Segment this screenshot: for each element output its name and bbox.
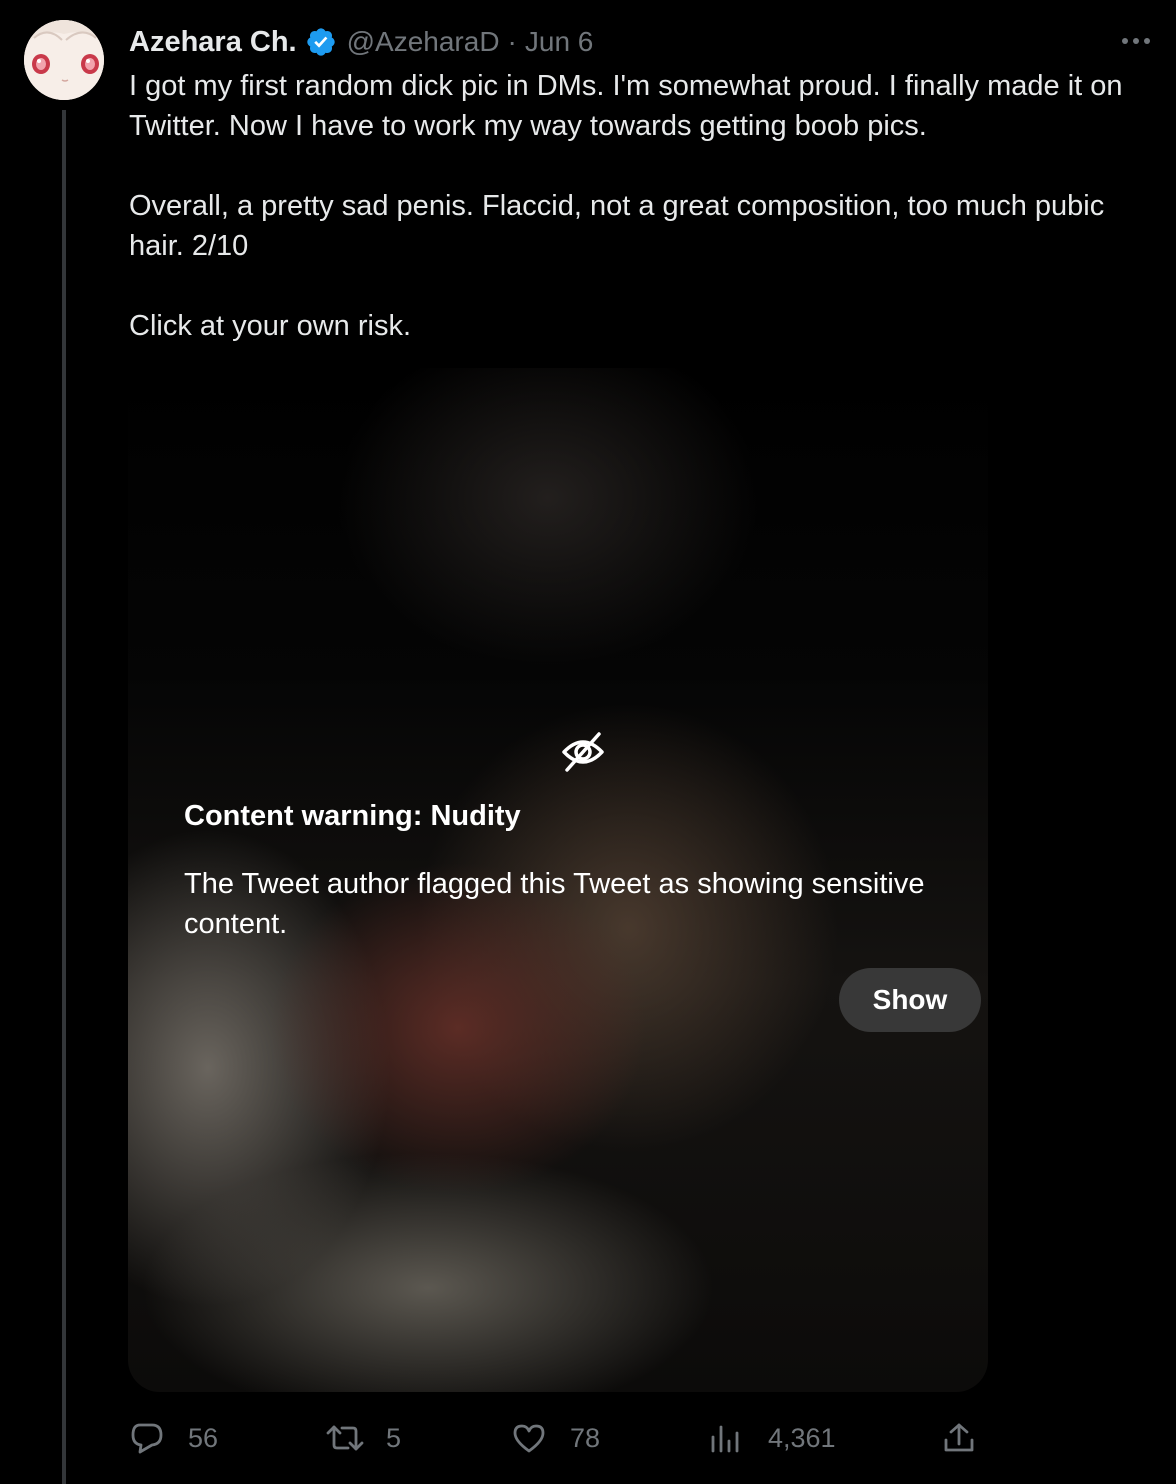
warning-title: Content warning: Nudity [184, 800, 521, 832]
retweet-count: 5 [386, 1422, 402, 1453]
handle[interactable]: @AzeharaD [347, 26, 500, 58]
heart-icon [512, 1423, 546, 1453]
verified-badge-icon[interactable] [305, 26, 337, 58]
reply-count: 56 [188, 1422, 219, 1453]
tweet-paragraph: Click at your own risk. [129, 310, 412, 342]
separator: · [507, 26, 517, 57]
tweet-date[interactable]: Jun 6 [525, 26, 594, 58]
eye-slash-icon [560, 730, 606, 774]
sensitive-media: Content warning: Nudity The Tweet author… [128, 368, 988, 1392]
reply-icon [130, 1422, 164, 1454]
retweet-button[interactable]: 5 [326, 1416, 401, 1460]
display-name[interactable]: Azehara Ch. [129, 26, 297, 59]
views-button[interactable]: 4,361 [709, 1416, 836, 1460]
share-icon [942, 1422, 976, 1454]
content-warning-overlay: Content warning: Nudity The Tweet author… [128, 368, 988, 1392]
retweet-icon [326, 1423, 364, 1453]
tweet-paragraph: I got my first random dick pic in DMs. I… [129, 70, 1123, 142]
thread-line [62, 110, 66, 1484]
avatar[interactable] [24, 20, 104, 100]
tweet-actions: 56 5 78 4,361 [0, 1416, 1176, 1460]
tweet-header: Azehara Ch. @AzeharaD · Jun 6 [129, 22, 593, 62]
share-button[interactable] [942, 1416, 976, 1460]
tweet-paragraph: Overall, a pretty sad penis. Flaccid, no… [129, 190, 1105, 262]
like-button[interactable]: 78 [512, 1416, 600, 1460]
reply-button[interactable]: 56 [130, 1416, 218, 1460]
avatar-image [24, 20, 104, 100]
views-count: 4,361 [768, 1422, 836, 1453]
more-icon[interactable] [1118, 28, 1154, 54]
show-button[interactable]: Show [839, 968, 981, 1032]
tweet-text: I got my first random dick pic in DMs. I… [129, 66, 1159, 386]
views-icon [709, 1423, 741, 1453]
like-count: 78 [570, 1422, 601, 1453]
warning-description: The Tweet author flagged this Tweet as s… [184, 868, 925, 940]
